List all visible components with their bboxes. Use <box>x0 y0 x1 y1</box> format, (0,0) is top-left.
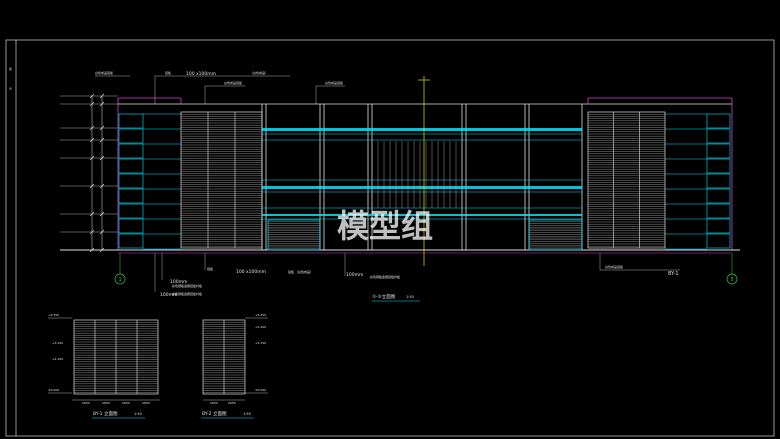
svg-text:2950: 2950 <box>142 401 150 405</box>
lower-louver-right <box>528 219 583 251</box>
detail2-title: BY-2 立面图 <box>202 410 227 417</box>
louver-block-left <box>180 111 263 249</box>
louver-block-right <box>587 111 666 249</box>
svg-text:+2.100: +2.100 <box>52 357 63 361</box>
svg-text:铝板: 铝板 <box>165 70 171 75</box>
detail-by1: +6.350 ±0.000 +3.150 +2.100 2950 2950 2950 29… <box>48 313 160 419</box>
svg-text:2950: 2950 <box>102 401 110 405</box>
grid-bubble-right: 5 <box>726 253 738 285</box>
svg-text:彩色钢板金属铝板衬板: 彩色钢板金属铝板衬板 <box>172 291 202 296</box>
svg-text:1:50: 1:50 <box>243 412 251 416</box>
svg-text:2950: 2950 <box>210 401 218 405</box>
svg-text:白色成品铝板: 白色成品铝板 <box>605 264 623 269</box>
svg-text:铝板: 铝板 <box>207 266 213 271</box>
main-elevation: 白色成品铝板 铝板 （白色成品） 白色成品铝板 白色成品铝板 100 x100m… <box>60 70 740 302</box>
detail1-title: BY-1 立面图 <box>93 410 118 417</box>
svg-text:+6.350: +6.350 <box>48 313 59 317</box>
detail-by2: +6.350 ±0.000 +5.200 +3.150 2950 2950 BY-2 … <box>201 313 268 419</box>
svg-text:2950: 2950 <box>122 401 130 405</box>
left-window-column <box>118 113 181 250</box>
main-elevation-title: ①-⑤立面图 1:50 <box>372 293 420 302</box>
spec-top-label: 100 x100mm <box>186 71 216 77</box>
spec-bottom-label: 100 x100mm <box>236 269 266 275</box>
svg-text:（白色成品）: （白色成品） <box>250 70 268 75</box>
svg-text:彩色钢板金属铝板衬板: 彩色钢板金属铝板衬板 <box>172 283 202 288</box>
svg-text:白色成品铝板: 白色成品铝板 <box>95 70 113 75</box>
cad-drawing-canvas: 图号 白色成品铝板 铝板 （白色成品） 白色成品铝板 白色成品铝板 100 x1… <box>5 39 775 437</box>
dim-100-c: 100mm <box>346 272 363 278</box>
grid-bubble-left: 1 <box>114 253 126 285</box>
right-window-column <box>665 113 731 250</box>
svg-text:彩色钢板金属铝板衬板: 彩色钢板金属铝板衬板 <box>370 274 400 279</box>
left-dimension-ticks <box>60 93 118 253</box>
top-annotations <box>95 75 345 104</box>
svg-text:+6.350: +6.350 <box>255 313 266 317</box>
lower-louver-left <box>267 219 321 251</box>
svg-text:5: 5 <box>731 277 734 283</box>
svg-text:铝板 （白色成品）: 铝板 （白色成品） <box>288 269 313 274</box>
svg-text:图: 图 <box>9 67 12 71</box>
svg-text:1:50: 1:50 <box>134 412 142 416</box>
svg-text:①-⑤立面图: ①-⑤立面图 <box>372 293 396 300</box>
svg-text:2950: 2950 <box>228 401 236 405</box>
svg-text:+3.150: +3.150 <box>52 341 63 345</box>
svg-text:2950: 2950 <box>82 401 90 405</box>
svg-text:±0.000: ±0.000 <box>48 388 59 392</box>
svg-text:号: 号 <box>9 86 12 91</box>
svg-text:+3.150: +3.150 <box>255 341 266 345</box>
svg-text:1:50: 1:50 <box>406 295 414 299</box>
svg-text:1: 1 <box>119 277 122 283</box>
by1-tag: BY-1 <box>668 271 679 277</box>
watermark: 模型组 <box>337 207 433 245</box>
svg-text:白色成品铝板: 白色成品铝板 <box>325 80 343 85</box>
svg-text:+5.200: +5.200 <box>255 325 266 329</box>
frame-edge-text: 图号 <box>9 67 12 91</box>
svg-text:±0.000: ±0.000 <box>255 388 266 392</box>
svg-text:白色成品铝板: 白色成品铝板 <box>224 80 242 85</box>
